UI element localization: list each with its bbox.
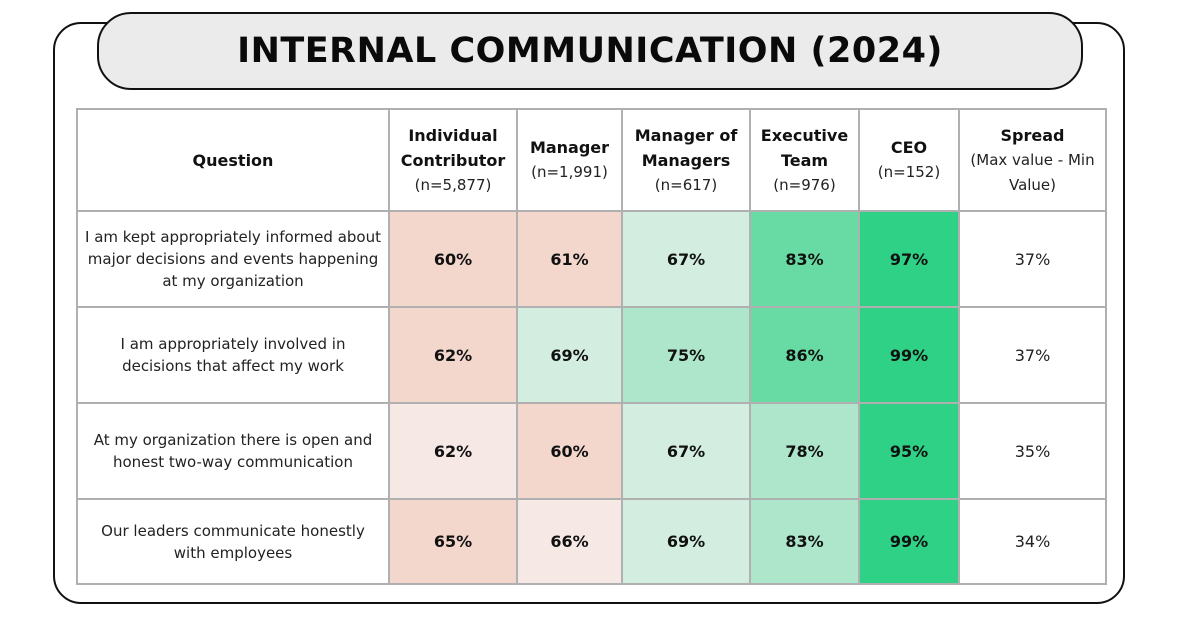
heatmap-cell: 83% — [749, 498, 860, 585]
spread-cell: 34% — [958, 498, 1107, 585]
header-label: Manager of Managers — [634, 125, 738, 170]
question-cell: I am kept appropriately informed about m… — [76, 210, 390, 308]
page-title: INTERNAL COMMUNICATION (2024) — [237, 31, 943, 71]
header-sample-size: (n=976) — [773, 175, 836, 194]
table-row: Our leaders communicate honestly with em… — [76, 498, 1107, 585]
table-row: I am appropriately involved in decisions… — [76, 306, 1107, 404]
header-question: Question — [76, 108, 390, 212]
heatmap-cell: 69% — [621, 498, 751, 585]
heatmap-cell: 69% — [516, 306, 623, 404]
table-row: I am kept appropriately informed about m… — [76, 210, 1107, 308]
heatmap-cell: 99% — [858, 306, 960, 404]
heatmap-cell: 86% — [749, 306, 860, 404]
results-table: Question Individual Contributor (n=5,877… — [76, 108, 1107, 585]
heatmap-cell: 60% — [388, 210, 518, 308]
header-sample-size: (n=5,877) — [414, 175, 492, 194]
title-banner: INTERNAL COMMUNICATION (2024) — [97, 12, 1083, 90]
header-label: Individual Contributor — [400, 125, 506, 170]
header-label: Spread — [1000, 125, 1065, 145]
heatmap-cell: 67% — [621, 402, 751, 500]
heatmap-cell: 65% — [388, 498, 518, 585]
header-ceo: CEO (n=152) — [858, 108, 960, 212]
header-label: Manager — [529, 138, 610, 157]
heatmap-cell: 66% — [516, 498, 623, 585]
question-cell: At my organization there is open and hon… — [76, 402, 390, 500]
question-cell: Our leaders communicate honestly with em… — [76, 498, 390, 585]
header-label: Executive Team — [760, 125, 849, 170]
header-label: Question — [192, 150, 274, 170]
heatmap-cell: 75% — [621, 306, 751, 404]
heatmap-cell: 67% — [621, 210, 751, 308]
header-row: Question Individual Contributor (n=5,877… — [76, 108, 1107, 212]
question-cell: I am appropriately involved in decisions… — [76, 306, 390, 404]
heatmap-cell: 60% — [516, 402, 623, 500]
heatmap-cell: 97% — [858, 210, 960, 308]
header-sample-size: (n=152) — [877, 163, 941, 181]
spread-cell: 35% — [958, 402, 1107, 500]
heatmap-cell: 61% — [516, 210, 623, 308]
table-row: At my organization there is open and hon… — [76, 402, 1107, 500]
header-executive-team: Executive Team (n=976) — [749, 108, 860, 212]
spread-cell: 37% — [958, 210, 1107, 308]
header-sample-size: (n=1,991) — [531, 163, 608, 181]
spread-cell: 37% — [958, 306, 1107, 404]
heatmap-cell: 62% — [388, 306, 518, 404]
header-label: CEO — [890, 138, 928, 157]
header-individual-contributor: Individual Contributor (n=5,877) — [388, 108, 518, 212]
heatmap-cell: 99% — [858, 498, 960, 585]
heatmap-cell: 95% — [858, 402, 960, 500]
heatmap-cell: 62% — [388, 402, 518, 500]
header-sample-size: (Max value - Min Value) — [970, 150, 1095, 194]
heatmap-cell: 83% — [749, 210, 860, 308]
header-manager: Manager (n=1,991) — [516, 108, 623, 212]
heatmap-cell: 78% — [749, 402, 860, 500]
header-manager-of-managers: Manager of Managers (n=617) — [621, 108, 751, 212]
header-spread: Spread (Max value - Min Value) — [958, 108, 1107, 212]
header-sample-size: (n=617) — [654, 175, 718, 194]
